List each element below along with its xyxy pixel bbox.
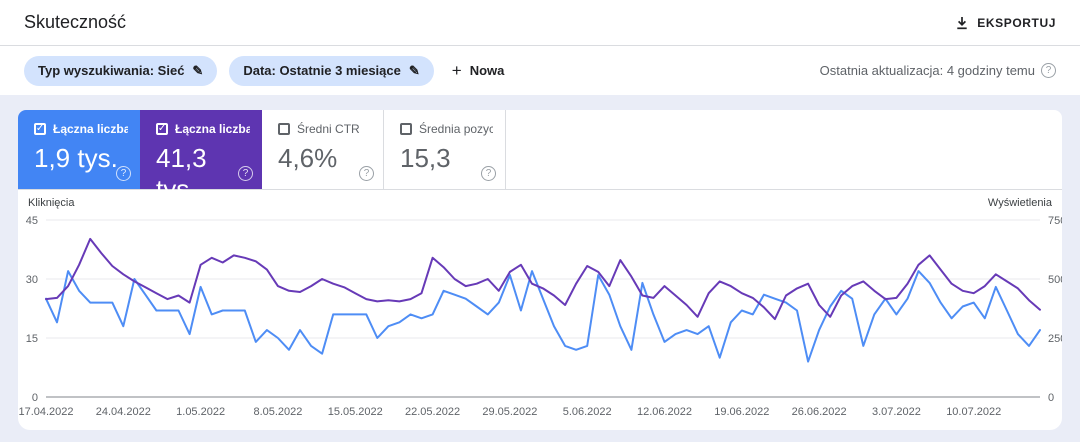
y-tick-right: 0 xyxy=(1048,392,1054,404)
metric-card-average-position[interactable]: Średnia pozycja 15,3 xyxy=(384,110,506,189)
help-icon[interactable] xyxy=(481,166,496,181)
edit-pencil-icon: ✎ xyxy=(192,62,204,78)
export-label: EKSPORTUJ xyxy=(977,15,1056,30)
help-icon[interactable] xyxy=(116,166,131,181)
x-tick-label: 24.04.2022 xyxy=(96,406,151,418)
last-update-text: Ostatnia aktualizacja: 4 godziny temu xyxy=(819,63,1035,78)
checkbox-icon[interactable] xyxy=(156,123,168,135)
download-icon xyxy=(955,16,969,30)
y-tick-right: 750 xyxy=(1048,215,1062,227)
metric-value: 15,3 xyxy=(400,143,451,173)
filter-chip-search-type[interactable]: Typ wyszukiwania: Sieć ✎ xyxy=(24,55,218,86)
y-tick-left: 15 xyxy=(26,333,38,345)
checkbox-icon[interactable] xyxy=(400,123,412,135)
metric-card-total-clicks[interactable]: Łączna liczba klik... 1,9 tys. xyxy=(18,110,140,189)
checkbox-icon[interactable] xyxy=(34,123,46,135)
metric-label: Łączna liczba klik... xyxy=(53,122,128,136)
export-button[interactable]: EKSPORTUJ xyxy=(955,16,1056,30)
x-tick-label: 19.06.2022 xyxy=(714,406,769,418)
x-tick-label: 17.04.2022 xyxy=(18,406,73,418)
x-tick-label: 3.07.2022 xyxy=(872,406,921,418)
x-tick-label: 1.05.2022 xyxy=(176,406,225,418)
performance-chart[interactable]: Kliknięcia Wyświetlenia 0015250305004575… xyxy=(18,190,1062,430)
y-tick-left: 45 xyxy=(26,215,38,227)
y-tick-right: 250 xyxy=(1048,333,1062,345)
new-filter-label: Nowa xyxy=(469,63,505,78)
help-icon[interactable] xyxy=(238,166,253,181)
x-tick-label: 8.05.2022 xyxy=(253,406,302,418)
help-icon[interactable] xyxy=(359,166,374,181)
metric-label: Średnia pozycja xyxy=(419,122,493,136)
chip-label: Data: Ostatnie 3 miesiące xyxy=(243,63,401,78)
checkbox-icon[interactable] xyxy=(278,123,290,135)
metric-value: 1,9 tys. xyxy=(34,143,118,173)
page-title: Skuteczność xyxy=(24,12,127,32)
metric-label: Średni CTR xyxy=(297,122,360,136)
x-tick-label: 12.06.2022 xyxy=(637,406,692,418)
x-tick-label: 29.05.2022 xyxy=(482,406,537,418)
chart-svg[interactable]: 0 0 15 250 30 500 45 750 17.04.2022 24.04.2022 1.0… xyxy=(18,190,1062,430)
performance-card: Łączna liczba klik... 1,9 tys. Łączna li… xyxy=(18,110,1062,430)
x-tick-label: 5.06.2022 xyxy=(563,406,612,418)
metric-label: Łączna liczba wy... xyxy=(175,122,250,136)
metric-value: 4,6% xyxy=(278,143,338,173)
x-tick-label: 15.05.2022 xyxy=(328,406,383,418)
top-header: Skuteczność EKSPORTUJ xyxy=(0,0,1080,46)
x-tick-label: 10.07.2022 xyxy=(946,406,1001,418)
metrics-row-filler xyxy=(506,110,1062,189)
filter-chip-date-range[interactable]: Data: Ostatnie 3 miesiące ✎ xyxy=(229,55,434,86)
filter-bar: Typ wyszukiwania: Sieć ✎ Data: Ostatnie … xyxy=(0,46,1080,95)
chip-label: Typ wyszukiwania: Sieć xyxy=(38,63,185,78)
metric-card-total-impressions[interactable]: Łączna liczba wy... 41,3 tys. xyxy=(140,110,262,204)
x-tick-label: 22.05.2022 xyxy=(405,406,460,418)
y-tick-left: 0 xyxy=(32,392,38,404)
content-area: Łączna liczba klik... 1,9 tys. Łączna li… xyxy=(0,95,1080,442)
metric-card-average-ctr[interactable]: Średni CTR 4,6% xyxy=(262,110,384,189)
last-update: Ostatnia aktualizacja: 4 godziny temu xyxy=(820,63,1056,78)
new-filter-button[interactable]: + Nowa xyxy=(452,62,505,79)
y-tick-left: 30 xyxy=(26,274,38,286)
y-tick-right: 500 xyxy=(1048,274,1062,286)
x-tick-label: 26.06.2022 xyxy=(792,406,847,418)
edit-pencil-icon: ✎ xyxy=(408,62,420,78)
help-icon[interactable] xyxy=(1041,63,1056,78)
metrics-row: Łączna liczba klik... 1,9 tys. Łączna li… xyxy=(18,110,1062,204)
plus-icon: + xyxy=(451,61,462,80)
